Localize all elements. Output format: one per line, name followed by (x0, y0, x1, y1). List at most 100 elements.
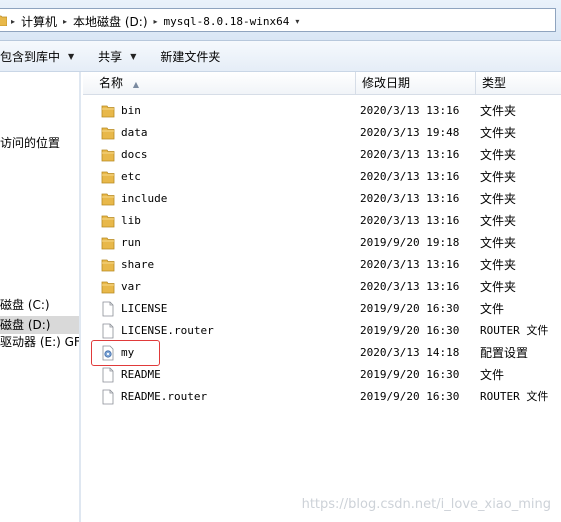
file-modified-date: 2019/9/20 19:18 (360, 236, 460, 249)
file-row[interactable]: lib 2020/3/13 13:16 文件夹 (83, 210, 561, 232)
column-header-date[interactable]: 修改日期 (355, 72, 475, 94)
command-toolbar: 包含到库中 ▼ 共享 ▼ 新建文件夹 (0, 41, 561, 72)
file-name: docs (121, 148, 148, 161)
share-label: 共享 (98, 49, 123, 64)
file-name: data (121, 126, 148, 139)
file-type: 文件夹 (480, 236, 517, 250)
folder-icon (101, 125, 115, 141)
file-name: include (121, 192, 168, 205)
file-type: 文件夹 (480, 126, 517, 140)
folder-icon (101, 191, 115, 207)
chevron-down-icon[interactable]: ▾ (295, 17, 299, 26)
file-type: 文件 (480, 302, 505, 316)
column-name-label: 名称 (99, 76, 124, 90)
address-bar: ▸ 计算机 ▸ 本地磁盘 (D:) ▸ mysql-8.0.18-winx64 … (0, 0, 561, 41)
file-row[interactable]: etc 2020/3/13 13:16 文件夹 (83, 166, 561, 188)
file-icon (101, 389, 115, 405)
file-modified-date: 2020/3/13 13:16 (360, 192, 460, 205)
nav-drive-c[interactable]: 磁盘 (C:) (0, 296, 81, 314)
file-name: bin (121, 104, 141, 117)
folder-icon (101, 213, 115, 229)
include-in-library-label: 包含到库中 (0, 49, 61, 64)
file-modified-date: 2020/3/13 19:48 (360, 126, 460, 139)
file-row[interactable]: share 2020/3/13 13:16 文件夹 (83, 254, 561, 276)
chevron-down-icon: ▼ (130, 51, 137, 61)
file-name: README (121, 368, 161, 381)
file-icon (101, 367, 115, 383)
chevron-right-icon[interactable]: ▸ (11, 17, 15, 26)
file-modified-date: 2019/9/20 16:30 (360, 324, 460, 337)
watermark: https://blog.csdn.net/i_love_xiao_ming (301, 497, 551, 512)
new-folder-label: 新建文件夹 (160, 49, 221, 64)
nav-drive-e[interactable]: 驱动器 (E:) GF (0, 333, 81, 351)
file-name: etc (121, 170, 141, 183)
file-type: 文件 (480, 368, 505, 382)
folder-icon (101, 257, 115, 273)
file-type: 文件夹 (480, 170, 517, 184)
file-name: share (121, 258, 155, 271)
file-row[interactable]: README 2019/9/20 16:30 文件 (83, 364, 561, 386)
file-type: 文件夹 (480, 192, 517, 206)
file-row[interactable]: var 2020/3/13 13:16 文件夹 (83, 276, 561, 298)
sort-ascending-icon: ▲ (132, 80, 139, 89)
file-name: var (121, 280, 141, 293)
include-in-library-button[interactable]: 包含到库中 ▼ (0, 41, 86, 71)
chevron-right-icon[interactable]: ▸ (63, 17, 67, 26)
file-modified-date: 2020/3/13 13:16 (360, 104, 460, 117)
folder-icon (101, 169, 115, 185)
file-row[interactable]: README.router 2019/9/20 16:30 ROUTER 文件 (83, 386, 561, 408)
chevron-right-icon[interactable]: ▸ (154, 17, 158, 26)
file-type: 文件夹 (480, 214, 517, 228)
file-type: 配置设置 (480, 346, 529, 360)
file-row[interactable]: bin 2020/3/13 13:16 文件夹 (83, 100, 561, 122)
file-type: 文件夹 (480, 258, 517, 272)
highlight-annotation (91, 340, 160, 366)
file-type: ROUTER 文件 (480, 324, 549, 337)
chevron-down-icon: ▼ (68, 51, 75, 61)
folder-icon (101, 279, 115, 295)
folder-icon (0, 15, 7, 26)
file-row[interactable]: data 2020/3/13 19:48 文件夹 (83, 122, 561, 144)
file-modified-date: 2019/9/20 16:30 (360, 368, 460, 381)
file-row[interactable]: LICENSE 2019/9/20 16:30 文件 (83, 298, 561, 320)
column-header-type[interactable]: 类型 (475, 72, 561, 94)
folder-icon (101, 103, 115, 119)
file-type: 文件夹 (480, 148, 517, 162)
file-row[interactable]: include 2020/3/13 13:16 文件夹 (83, 188, 561, 210)
pane-divider[interactable] (79, 72, 81, 522)
file-name: LICENSE.router (121, 324, 214, 337)
file-type: ROUTER 文件 (480, 390, 549, 403)
file-modified-date: 2020/3/13 13:16 (360, 258, 460, 271)
file-modified-date: 2020/3/13 14:18 (360, 346, 460, 359)
file-modified-date: 2019/9/20 16:30 (360, 302, 460, 315)
breadcrumb-drive-d[interactable]: 本地磁盘 (D:) (73, 13, 147, 30)
file-modified-date: 2020/3/13 13:16 (360, 170, 460, 183)
file-icon (101, 301, 115, 317)
new-folder-button[interactable]: 新建文件夹 (148, 41, 232, 71)
nav-recent-places[interactable]: 访问的位置 (0, 134, 81, 152)
file-modified-date: 2020/3/13 13:16 (360, 214, 460, 227)
file-modified-date: 2020/3/13 13:16 (360, 148, 460, 161)
file-name: lib (121, 214, 141, 227)
file-name: LICENSE (121, 302, 168, 315)
address-field[interactable]: ▸ 计算机 ▸ 本地磁盘 (D:) ▸ mysql-8.0.18-winx64 … (0, 8, 556, 32)
breadcrumb-computer[interactable]: 计算机 (21, 13, 57, 30)
share-button[interactable]: 共享 ▼ (86, 41, 148, 71)
file-row[interactable]: docs 2020/3/13 13:16 文件夹 (83, 144, 561, 166)
file-modified-date: 2020/3/13 13:16 (360, 280, 460, 293)
breadcrumb: ▸ 计算机 ▸ 本地磁盘 (D:) ▸ mysql-8.0.18-winx64 … (11, 13, 299, 30)
column-header-name[interactable]: 名称 ▲ (83, 72, 355, 94)
file-icon (101, 323, 115, 339)
file-name: README.router (121, 390, 208, 403)
column-header: 名称 ▲ 修改日期 类型 (83, 72, 561, 95)
file-row[interactable]: LICENSE.router 2019/9/20 16:30 ROUTER 文件 (83, 320, 561, 342)
file-list: 名称 ▲ 修改日期 类型 bin 2020/3/13 13:16 文件夹 data 20… (83, 72, 561, 522)
file-modified-date: 2019/9/20 16:30 (360, 390, 460, 403)
file-name: run (121, 236, 141, 249)
breadcrumb-mysql-folder[interactable]: mysql-8.0.18-winx64 (164, 15, 290, 28)
file-type: 文件夹 (480, 104, 517, 118)
folder-icon (101, 235, 115, 251)
file-row[interactable]: run 2019/9/20 19:18 文件夹 (83, 232, 561, 254)
navigation-pane: 访问的位置 磁盘 (C:) 磁盘 (D:) 驱动器 (E:) GF (0, 72, 81, 522)
nav-drive-d[interactable]: 磁盘 (D:) (0, 316, 81, 334)
